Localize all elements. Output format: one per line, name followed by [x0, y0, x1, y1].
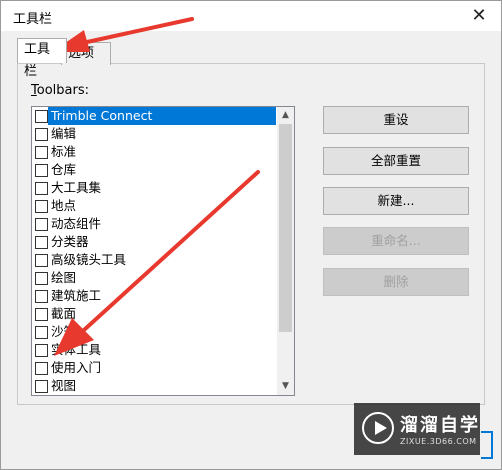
toolbar-item-label: 沙箱: [51, 324, 77, 339]
toolbar-checkbox[interactable]: [35, 236, 48, 249]
toolbar-list-item[interactable]: 大工具集: [32, 179, 276, 197]
toolbar-checkbox[interactable]: [35, 110, 48, 123]
toolbar-checkbox[interactable]: [35, 128, 48, 141]
scroll-up-icon[interactable]: ▲: [277, 107, 294, 124]
toolbar-list-item[interactable]: 地点: [32, 197, 276, 215]
toolbar-checkbox[interactable]: [35, 182, 48, 195]
toolbar-checkbox[interactable]: [35, 146, 48, 159]
rename-button: 重命名...: [323, 227, 469, 255]
delete-button: 删除: [323, 268, 469, 296]
toolbar-list-item[interactable]: 编辑: [32, 125, 276, 143]
toolbar-checkbox[interactable]: [35, 272, 48, 285]
toolbar-list-item[interactable]: 建筑施工: [32, 287, 276, 305]
toolbar-item-label: 动态组件: [51, 216, 102, 231]
toolbar-list-item[interactable]: 截面: [32, 305, 276, 323]
scroll-down-icon[interactable]: ▼: [277, 378, 294, 395]
new-toolbar-button[interactable]: 新建...: [323, 187, 469, 215]
toolbar-checkbox[interactable]: [35, 362, 48, 375]
tab-options[interactable]: 选项: [61, 42, 111, 65]
toolbar-item-label: 仓库: [51, 162, 77, 177]
toolbars-listbox[interactable]: Trimble Connect 编辑标准仓库大工具集地点动态组件分类器高级镜头工具…: [31, 106, 295, 396]
toolbar-item-label: 截面: [51, 306, 77, 321]
toolbar-item-label: 标准: [51, 144, 77, 159]
watermark: 溜溜自学 ZIXUE.3D66.COM: [354, 403, 480, 455]
toolbar-checkbox[interactable]: [35, 254, 48, 267]
toolbar-list-item[interactable]: Trimble Connect: [32, 107, 276, 125]
list-scrollbar[interactable]: ▲ ▼: [277, 107, 294, 395]
toolbars-list: Trimble Connect 编辑标准仓库大工具集地点动态组件分类器高级镜头工具…: [32, 107, 276, 395]
close-icon[interactable]: ✕: [461, 1, 497, 31]
toolbar-list-item[interactable]: 分类器: [32, 233, 276, 251]
toolbar-item-label: 编辑: [51, 126, 77, 141]
ok-button-edge[interactable]: [481, 431, 493, 459]
toolbar-list-item[interactable]: 实体工具: [32, 341, 276, 359]
reset-all-button[interactable]: 全部重置: [323, 147, 469, 175]
toolbar-checkbox[interactable]: [35, 380, 48, 393]
play-logo-icon: [362, 412, 394, 444]
toolbars-list-label: Toolbars:: [31, 83, 89, 98]
window-title: 工具栏: [13, 12, 53, 27]
toolbar-checkbox[interactable]: [35, 200, 48, 213]
toolbar-list-item[interactable]: 标准: [32, 143, 276, 161]
toolbar-list-item[interactable]: 视图: [32, 377, 276, 395]
toolbar-item-label: 高级镜头工具: [51, 252, 127, 267]
toolbar-item-label: 实体工具: [51, 342, 102, 357]
title-bar: 工具栏 ✕: [1, 1, 501, 31]
watermark-url: ZIXUE.3D66.COM: [400, 437, 477, 446]
toolbar-item-label: 视图: [51, 378, 77, 393]
toolbar-item-label: 分类器: [51, 234, 89, 249]
toolbar-list-item[interactable]: 动态组件: [32, 215, 276, 233]
toolbar-checkbox[interactable]: [35, 290, 48, 303]
toolbar-list-item[interactable]: 使用入门: [32, 359, 276, 377]
toolbar-checkbox[interactable]: [35, 218, 48, 231]
toolbar-checkbox[interactable]: [35, 344, 48, 357]
toolbar-item-label: 使用入门: [51, 360, 102, 375]
toolbars-dialog: 工具栏 ✕ 工具栏 选项 Toolbars: Trimble Connect 编辑…: [0, 0, 502, 470]
toolbar-checkbox[interactable]: [35, 308, 48, 321]
toolbar-list-item[interactable]: 仓库: [32, 161, 276, 179]
toolbar-list-item[interactable]: 绘图: [32, 269, 276, 287]
scroll-thumb[interactable]: [279, 124, 292, 332]
toolbar-list-item[interactable]: 高级镜头工具: [32, 251, 276, 269]
toolbar-item-label: 地点: [51, 198, 77, 213]
toolbar-item-label: 绘图: [51, 270, 77, 285]
tab-toolbars[interactable]: 工具栏: [17, 38, 67, 79]
toolbar-checkbox[interactable]: [35, 326, 48, 339]
toolbar-list-item[interactable]: 沙箱: [32, 323, 276, 341]
toolbar-checkbox[interactable]: [35, 164, 48, 177]
toolbar-item-label: 大工具集: [51, 180, 102, 195]
watermark-name: 溜溜自学: [400, 415, 480, 436]
reset-button[interactable]: 重设: [323, 106, 469, 134]
toolbar-item-label: 建筑施工: [51, 288, 102, 303]
toolbar-item-label: Trimble Connect: [48, 107, 276, 125]
